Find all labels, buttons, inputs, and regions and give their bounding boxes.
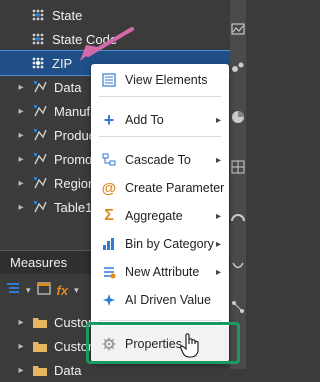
- menu-separator: [99, 320, 221, 321]
- calendar-icon[interactable]: [36, 281, 51, 300]
- chevron-right-icon[interactable]: ▸: [16, 130, 26, 141]
- menu-item-label: AI Driven Value: [125, 293, 211, 307]
- chevron-right-icon[interactable]: ▸: [16, 365, 26, 376]
- menu-item-ai-driven-value[interactable]: AI Driven Value: [91, 288, 229, 312]
- hierarchy-icon: [32, 103, 48, 119]
- geo-attribute-icon: [30, 31, 46, 47]
- menu-item-label: View Elements: [125, 73, 208, 87]
- chevron-right-icon: ▸: [215, 154, 221, 166]
- list-view-icon[interactable]: [6, 281, 20, 300]
- sigma-icon: Σ: [104, 207, 114, 224]
- hand-cursor-icon: [180, 333, 199, 358]
- gauge-chart-icon[interactable]: [231, 210, 245, 224]
- folder-icon: [32, 314, 48, 330]
- bubble-chart-icon[interactable]: [231, 60, 245, 74]
- menu-item-label: Add To: [125, 113, 164, 127]
- at-icon: @: [101, 179, 117, 197]
- ai-icon: [101, 292, 117, 308]
- folder-icon: [32, 338, 48, 354]
- properties-highlight-box: [86, 322, 240, 364]
- hierarchy-icon: [32, 79, 48, 95]
- geo-attribute-icon: [30, 55, 46, 71]
- attribute-icon: [101, 264, 117, 280]
- hierarchy-icon: [32, 175, 48, 191]
- measures-item-label: Data: [54, 362, 82, 378]
- menu-item-bin-by-category[interactable]: Bin by Category ▸: [91, 232, 229, 256]
- network-chart-icon[interactable]: [231, 300, 245, 314]
- chevron-right-icon[interactable]: ▸: [16, 82, 26, 93]
- cascade-icon: [101, 152, 117, 168]
- chevron-right-icon: ▸: [215, 114, 221, 126]
- plus-icon: +: [103, 109, 115, 130]
- folder-icon: [32, 362, 48, 378]
- tree-item-label: Data: [54, 79, 82, 95]
- chevron-right-icon: ▸: [215, 210, 221, 222]
- chevron-right-icon[interactable]: ▸: [16, 341, 26, 352]
- menu-item-label: Cascade To: [125, 153, 191, 167]
- dropdown-icon[interactable]: ▾: [26, 285, 31, 296]
- menu-item-label: Bin by Category: [125, 237, 214, 251]
- bin-icon: [101, 236, 117, 252]
- geo-attribute-icon: [30, 7, 46, 23]
- measures-title: Measures: [10, 255, 68, 270]
- hierarchy-icon: [32, 127, 48, 143]
- visual-type-bar: [230, 0, 246, 369]
- chevron-right-icon[interactable]: ▸: [16, 106, 26, 117]
- dropdown-icon[interactable]: ▾: [74, 285, 79, 296]
- menu-item-aggregate[interactable]: Σ Aggregate ▸: [91, 204, 229, 228]
- pie-chart-icon[interactable]: [231, 110, 245, 124]
- tree-item-label: State: [52, 7, 83, 23]
- menu-item-cascade-to[interactable]: Cascade To ▸: [91, 148, 229, 172]
- tree-item-state[interactable]: State: [0, 3, 240, 27]
- menu-item-label: Create Parameter: [125, 181, 225, 195]
- menu-item-add-to[interactable]: + Add To ▸: [91, 108, 229, 132]
- flow-chart-icon[interactable]: [231, 260, 245, 274]
- menu-item-view-elements[interactable]: View Elements: [91, 68, 229, 92]
- tree-item-label: Table1: [54, 199, 93, 215]
- chevron-right-icon: ▸: [215, 238, 221, 250]
- hierarchy-icon: [32, 199, 48, 215]
- chevron-right-icon[interactable]: ▸: [16, 202, 26, 213]
- annotation-arrow: [80, 27, 134, 61]
- chevron-right-icon: ▸: [215, 266, 221, 278]
- map-chart-icon[interactable]: [231, 22, 245, 36]
- menu-item-label: New Attribute: [125, 265, 200, 279]
- chevron-right-icon[interactable]: ▸: [16, 154, 26, 165]
- list-icon: [101, 72, 117, 88]
- function-icon[interactable]: fx: [57, 283, 69, 298]
- grid-chart-icon[interactable]: [231, 160, 245, 174]
- context-menu: View Elements + Add To ▸ Cascade To ▸ @ …: [91, 64, 229, 362]
- menu-item-create-parameter[interactable]: @ Create Parameter: [91, 176, 229, 200]
- menu-item-label: Aggregate: [125, 209, 183, 223]
- chevron-right-icon[interactable]: ▸: [16, 178, 26, 189]
- menu-separator: [99, 96, 221, 97]
- menu-separator: [99, 136, 221, 137]
- menu-item-new-attribute[interactable]: New Attribute ▸: [91, 260, 229, 284]
- chevron-right-icon[interactable]: ▸: [16, 317, 26, 328]
- hierarchy-icon: [32, 151, 48, 167]
